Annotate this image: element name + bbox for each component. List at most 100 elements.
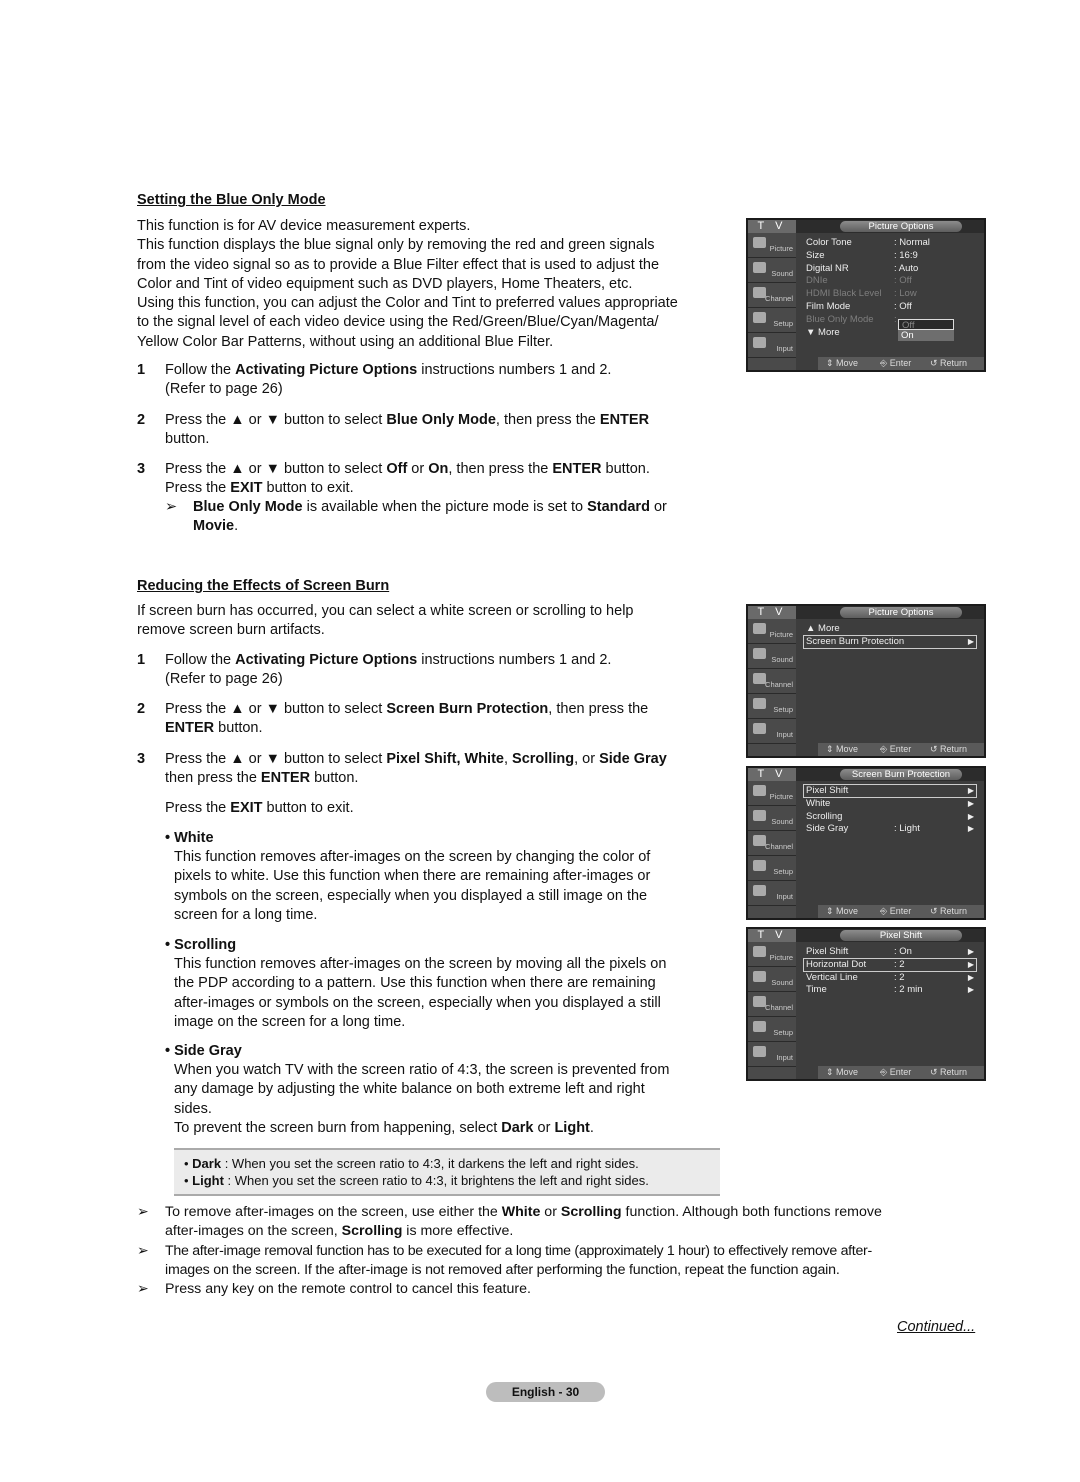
osd-sidebar-item[interactable]: Channel (748, 669, 796, 694)
osd-sidebar-item[interactable]: Input (748, 881, 796, 906)
osd-sidebar-item[interactable]: Picture (748, 942, 796, 967)
arrow-icon: ➢ (137, 1204, 149, 1220)
osd-footer: ⇕ Move ⎆ Enter ↺ Return (818, 905, 984, 918)
osd-menu-row[interactable]: White ▶ (804, 798, 976, 810)
osd-menu-row[interactable]: Side Gray: Light ▶ (804, 823, 976, 835)
osd-row-label: HDMI Black Level (806, 288, 882, 300)
osd-title: Picture Options (840, 607, 962, 618)
bullet-white-body: This function removes after-images on th… (174, 848, 724, 925)
osd-sidebar-item[interactable]: Picture (748, 619, 796, 644)
arrow-right-icon: ▶ (967, 972, 974, 982)
osd-menu-row[interactable]: Pixel Shift ▶ (803, 784, 977, 798)
osd-sidebar-item[interactable]: Sound (748, 967, 796, 992)
osd-menu-row[interactable]: ▲ More (804, 623, 976, 635)
osd-sidebar-item[interactable]: Picture (748, 781, 796, 806)
text: To remove after-images on the screen, us… (165, 1204, 502, 1220)
text: the PDP according to a pattern. Use this… (174, 975, 656, 992)
osd-menu-row[interactable]: Vertical Line: 2 ▶ (804, 972, 976, 984)
osd-sidebar-item[interactable]: Sound (748, 644, 796, 669)
osd-menu-row[interactable]: Horizontal Dot: 2 ▶ (803, 957, 977, 972)
osd-title: Screen Burn Protection (840, 769, 962, 780)
enter-hint: ⎆ Enter (880, 744, 912, 754)
osd-sidebar: Picture Sound Channel Setup Input (748, 942, 796, 1079)
osd-sidebar-item[interactable]: Picture (748, 233, 796, 258)
move-hint: ⇕ Move (826, 744, 859, 754)
osd-sidebar-label: Input (776, 892, 793, 901)
osd-sidebar-item[interactable]: Input (748, 333, 796, 358)
osd-menu-row[interactable]: Scrolling ▶ (804, 811, 976, 823)
tv-osd-screen: T V Pixel Shift Picture Sound Channel Setup In… (746, 927, 986, 1081)
osd-sidebar-item[interactable]: Channel (748, 992, 796, 1017)
bullet-side-gray-body: When you watch TV with the screen ratio … (174, 1061, 724, 1138)
text: symbols on the screen, especially when y… (174, 887, 648, 904)
osd-menu-row[interactable]: Digital NR: Auto (804, 263, 976, 275)
osd-row-value: : (894, 313, 897, 325)
text: instructions numbers 1 and 2. (417, 652, 612, 668)
osd-sidebar-item[interactable]: Sound (748, 258, 796, 283)
bullet: • (184, 1156, 193, 1171)
text: is available when the picture mode is se… (302, 499, 588, 515)
text: then press the (165, 770, 261, 787)
osd-title-bar: Picture Options (796, 606, 984, 619)
osd-sidebar: Picture Sound Channel Setup Input (748, 619, 796, 756)
text: function. Although both functions remove (621, 1204, 882, 1220)
osd-row-label: Pixel Shift (806, 785, 849, 796)
arrow-right-icon: ▶ (967, 985, 974, 995)
text: or (533, 1119, 555, 1136)
osd-menu-row[interactable]: Film Mode: Off (804, 301, 976, 313)
osd-menu-row[interactable]: Pixel Shift: On ▶ (804, 946, 976, 958)
return-hint: ↺ Return (930, 1067, 968, 1077)
text: Follow the (165, 362, 236, 378)
osd-menu-row[interactable]: Time: 2 min ▶ (804, 984, 976, 996)
osd-sidebar-item[interactable]: Setup (748, 856, 796, 881)
intro-line: Color and Tint of video equipment such a… (137, 275, 633, 292)
osd-menu-row[interactable]: Screen Burn Protection ▶ (803, 634, 977, 649)
osd-title-bar: Picture Options (796, 220, 984, 233)
intro-line: remove screen burn artifacts. (137, 622, 325, 639)
osd-menu-row[interactable]: Color Tone : Normal (804, 237, 976, 249)
osd-sidebar-item[interactable]: Channel (748, 831, 796, 856)
osd-dropdown-option[interactable]: On (898, 330, 954, 341)
osd-menu-row[interactable]: Size: 16:9 (804, 250, 976, 262)
osd-sidebar-label: Channel (765, 294, 793, 303)
bullet-white-title: • White (165, 830, 214, 846)
osd-sidebar-item[interactable]: Sound (748, 806, 796, 831)
move-hint: ⇕ Move (826, 358, 859, 368)
osd-dropdown-option[interactable]: Off (898, 319, 954, 331)
osd-row-value: : Normal (894, 237, 930, 248)
arrow-right-icon: ▶ (967, 947, 974, 956)
osd-sidebar-item[interactable]: Setup (748, 308, 796, 333)
arrow-right-icon: ▶ (967, 636, 974, 646)
arrow-icon: ➢ (137, 1281, 149, 1297)
page-number-badge: English - 30 (486, 1382, 605, 1402)
side-gray-options-box: • Dark : When you set the screen ratio t… (174, 1148, 720, 1196)
text: , or (574, 751, 600, 767)
osd-menu-row[interactable]: HDMI Black Level: Low (804, 288, 976, 300)
input-icon (753, 1046, 766, 1057)
text: Press the ▲ or ▼ button to select (165, 701, 387, 717)
osd-menu-row[interactable]: DNIe: Off (804, 275, 976, 287)
intro-line: Yellow Color Bar Patterns, without using… (137, 333, 554, 350)
bold-text: Light (192, 1173, 224, 1188)
bold-text: Activating Picture Options (235, 652, 418, 668)
osd-row-label: Color Tone (806, 237, 852, 248)
osd-sidebar-item[interactable]: Input (748, 719, 796, 744)
osd-sidebar-label: Sound (771, 978, 793, 987)
tv-label: T V (748, 606, 796, 619)
setup-icon (753, 1021, 766, 1032)
bold-text: White (501, 1204, 541, 1220)
text: button. (165, 431, 210, 448)
osd-sidebar-item[interactable]: Setup (748, 694, 796, 719)
osd-sidebar-label: Setup (773, 319, 793, 328)
text: , then press the (495, 412, 600, 428)
sound-icon (753, 648, 766, 659)
osd-row-label: Digital NR (806, 262, 849, 274)
text: Press the ▲ or ▼ button to select (165, 461, 387, 477)
return-hint: ↺ Return (930, 358, 968, 368)
channel-icon (753, 835, 766, 846)
bold-text: Side Gray (599, 751, 667, 767)
osd-sidebar-item[interactable]: Channel (748, 283, 796, 308)
osd-row-label: Vertical Line (806, 971, 858, 983)
osd-sidebar-item[interactable]: Setup (748, 1017, 796, 1042)
osd-sidebar-item[interactable]: Input (748, 1042, 796, 1067)
